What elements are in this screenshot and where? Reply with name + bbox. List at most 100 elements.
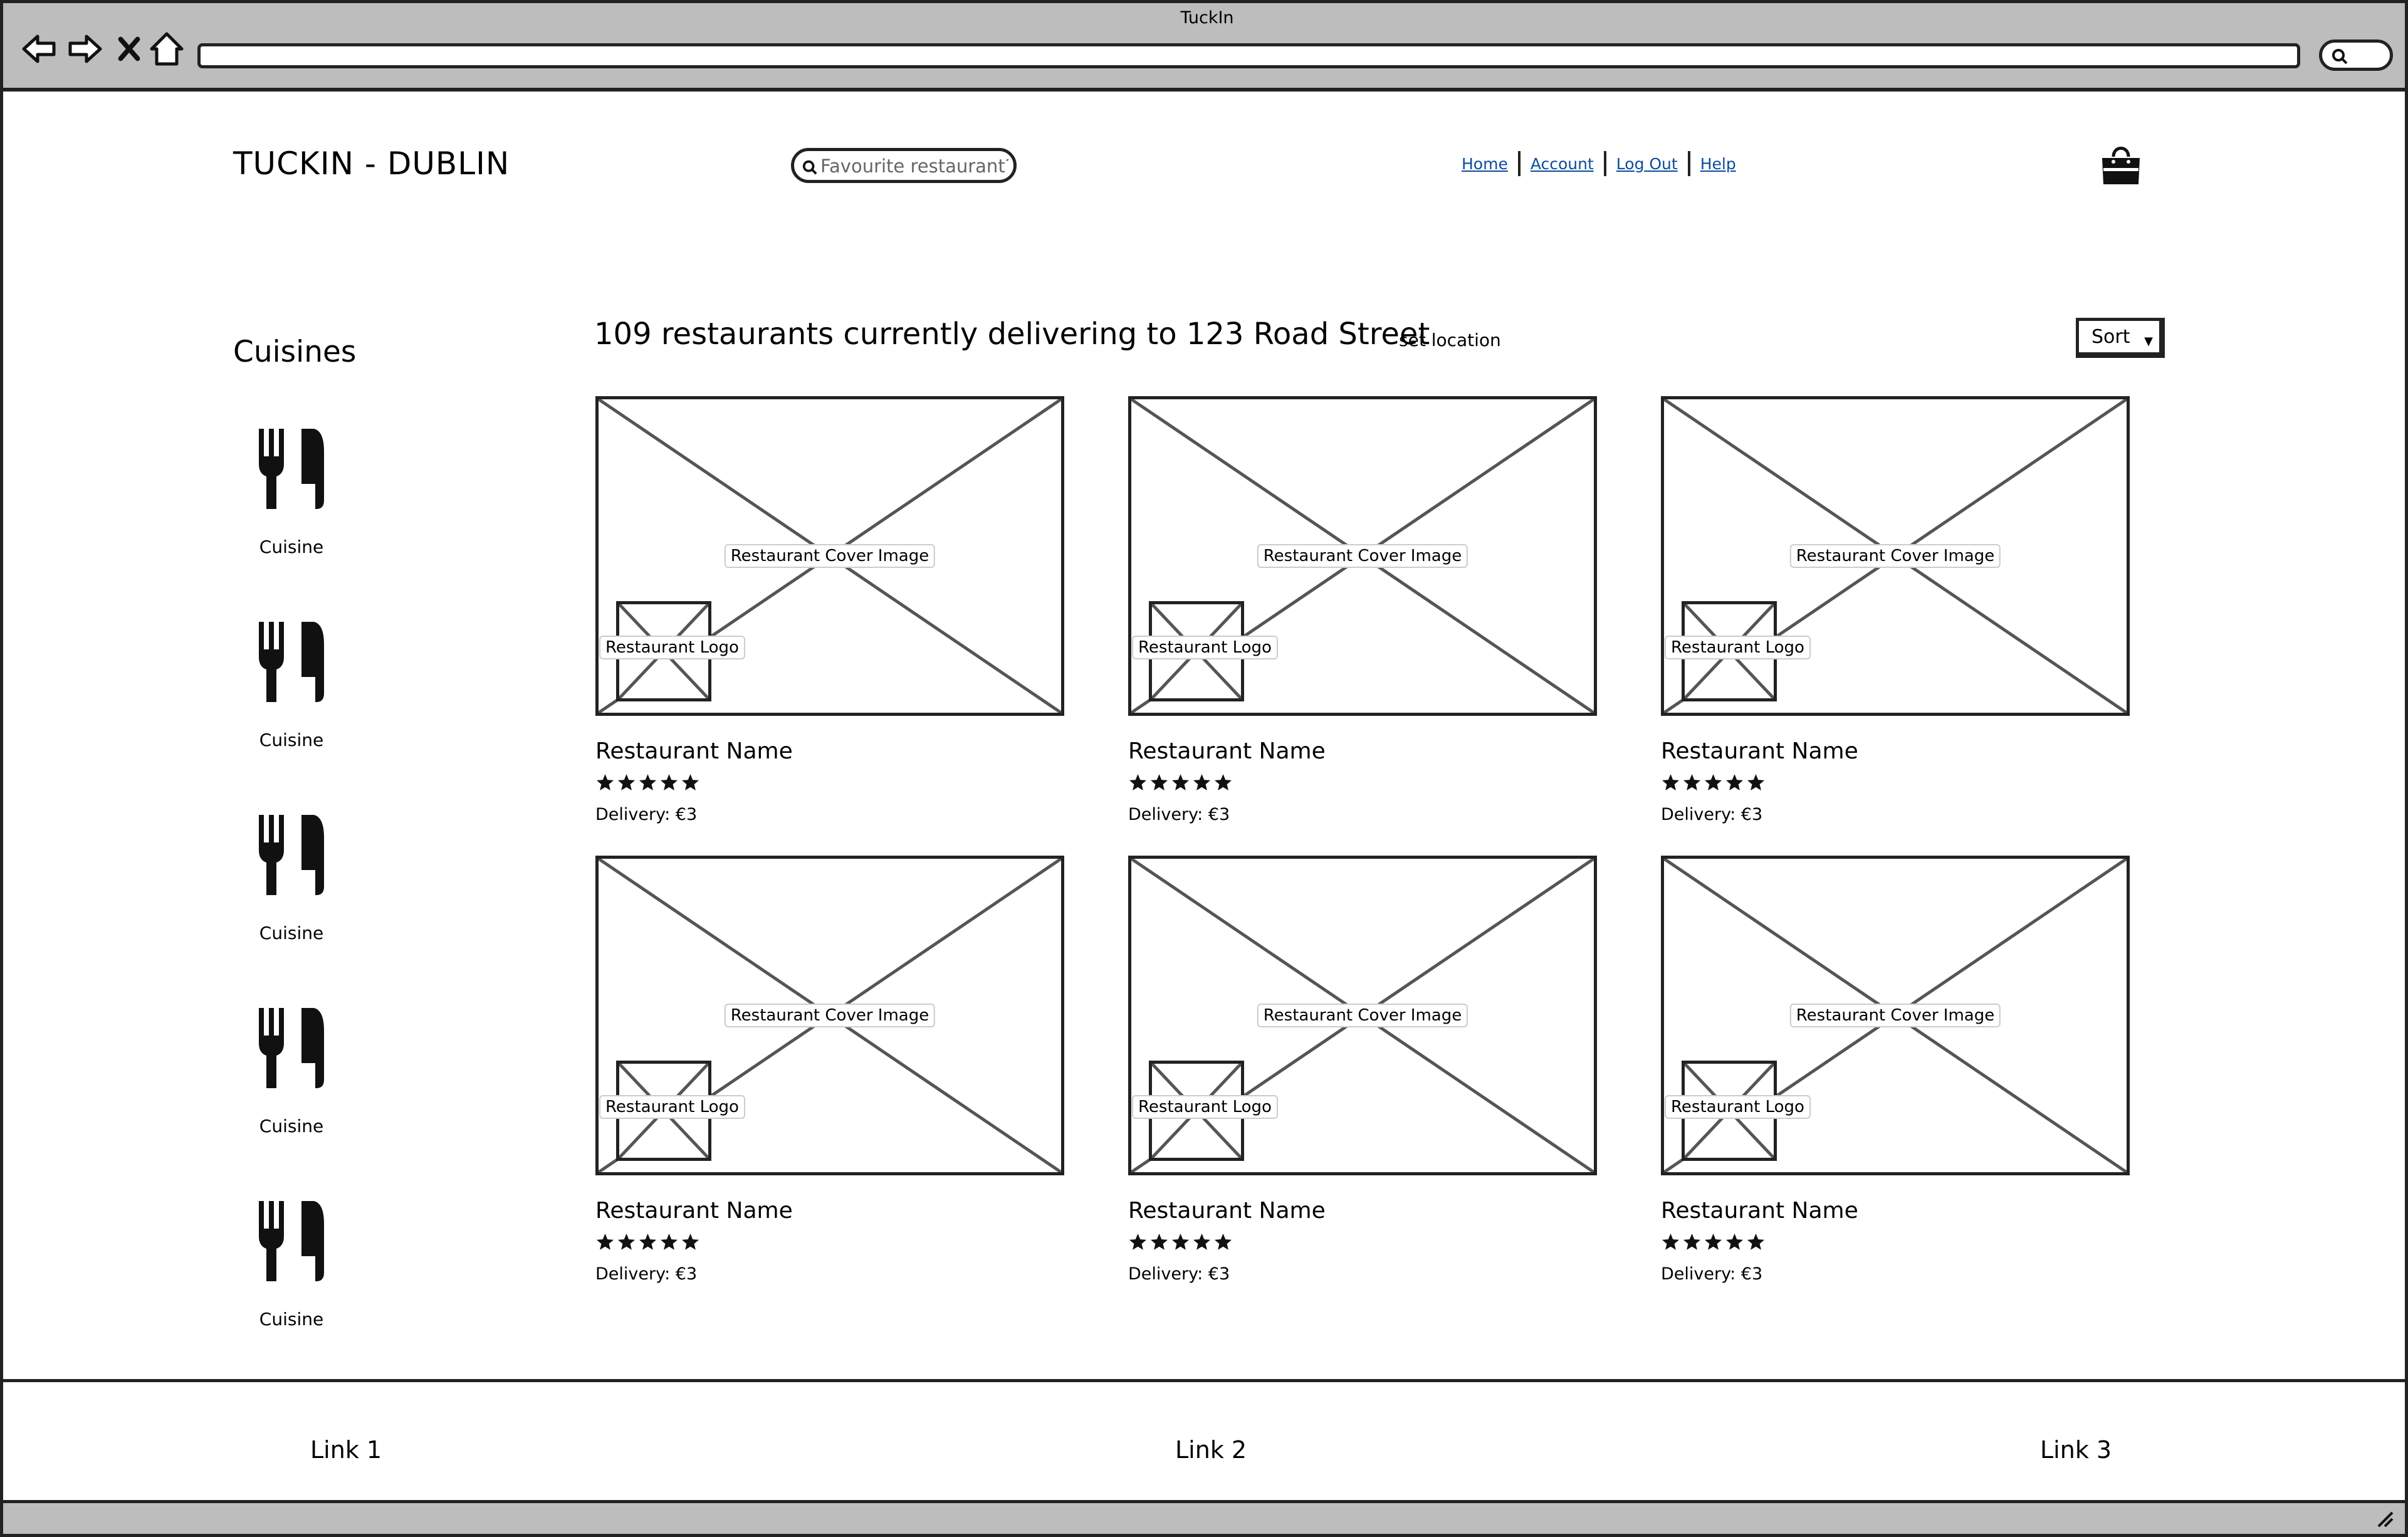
delivery-fee: Delivery: €3	[595, 1264, 698, 1284]
rating-stars	[1128, 773, 1604, 795]
cuisine-item[interactable]: Cuisine	[235, 619, 348, 750]
logo-label: Restaurant Logo	[1132, 1095, 1278, 1119]
cuisine-label: Cuisine	[259, 730, 324, 750]
window-title: TuckIn	[1180, 8, 1234, 28]
star-icon	[638, 1232, 657, 1254]
delivery-fee: Delivery: €3	[1128, 805, 1230, 824]
footer-link-3[interactable]: Link 3	[2040, 1436, 2112, 1464]
restaurant-cover-image: Restaurant Cover Image Restaurant Logo	[1661, 396, 2130, 716]
star-icon	[1704, 1232, 1723, 1254]
star-icon	[1149, 773, 1169, 795]
restaurant-card[interactable]: Restaurant Cover Image Restaurant Logo Res…	[595, 856, 1072, 1284]
restaurant-card[interactable]: Restaurant Cover Image Restaurant Logo Res…	[1661, 856, 2137, 1284]
logo-label: Restaurant Logo	[599, 636, 745, 659]
star-icon	[659, 773, 679, 795]
nav-logout-link[interactable]: Log Out	[1606, 155, 1688, 173]
star-icon	[1725, 1232, 1744, 1254]
cuisine-label: Cuisine	[259, 537, 324, 557]
restaurant-card[interactable]: Restaurant Cover Image Restaurant Logo Res…	[595, 396, 1072, 824]
footer-link-2[interactable]: Link 2	[1175, 1436, 1247, 1464]
restaurant-card[interactable]: Restaurant Cover Image Restaurant Logo Res…	[1661, 396, 2137, 824]
delivery-fee: Delivery: €3	[595, 805, 698, 824]
star-icon	[617, 773, 636, 795]
logo-label: Restaurant Logo	[599, 1095, 745, 1119]
fork-knife-icon	[235, 619, 348, 705]
fork-knife-icon	[235, 1199, 348, 1284]
restaurant-name[interactable]: Restaurant Name	[595, 1198, 1072, 1224]
logo-label: Restaurant Logo	[1665, 1095, 1811, 1119]
restaurant-cover-image: Restaurant Cover Image Restaurant Logo	[595, 856, 1064, 1175]
star-icon	[595, 773, 615, 795]
restaurant-name[interactable]: Restaurant Name	[1661, 738, 2137, 764]
search-input[interactable]	[820, 154, 1008, 179]
sort-label: Sort	[2091, 325, 2130, 348]
cuisine-item[interactable]: Cuisine	[235, 1005, 348, 1136]
cuisine-label: Cuisine	[259, 1116, 324, 1136]
restaurant-logo: Restaurant Logo	[599, 1061, 745, 1161]
resize-grip-icon[interactable]	[2375, 1509, 2394, 1528]
restaurant-search[interactable]	[791, 148, 1017, 183]
restaurant-card[interactable]: Restaurant Cover Image Restaurant Logo Res…	[1128, 396, 1604, 824]
star-icon	[1682, 773, 1702, 795]
home-icon[interactable]	[146, 28, 187, 70]
star-icon	[681, 1232, 700, 1254]
forward-arrow-icon[interactable]	[65, 28, 106, 70]
cuisines-heading: Cuisines	[233, 335, 357, 369]
restaurant-logo: Restaurant Logo	[1132, 1061, 1278, 1161]
cover-image-label: Restaurant Cover Image	[1257, 1004, 1468, 1027]
restaurant-cover-image: Restaurant Cover Image Restaurant Logo	[1128, 856, 1597, 1175]
restaurant-logo: Restaurant Logo	[1665, 1061, 1811, 1161]
browser-chrome: TuckIn	[0, 0, 2408, 92]
rating-stars	[595, 1232, 1072, 1254]
star-icon	[1128, 1232, 1148, 1254]
cuisine-item[interactable]: Cuisine	[235, 1199, 348, 1330]
cuisine-label: Cuisine	[259, 923, 324, 943]
logo-label: Restaurant Logo	[1132, 636, 1278, 659]
nav-home-link[interactable]: Home	[1452, 155, 1518, 173]
restaurant-name[interactable]: Restaurant Name	[1661, 1198, 2137, 1224]
restaurant-logo: Restaurant Logo	[1665, 601, 1811, 701]
address-bar[interactable]	[197, 43, 2300, 68]
nav-help-link[interactable]: Help	[1690, 155, 1746, 173]
cover-image-label: Restaurant Cover Image	[724, 1004, 936, 1027]
star-icon	[1704, 773, 1723, 795]
sort-dropdown[interactable]: Sort ▼	[2076, 318, 2165, 358]
logo-label: Restaurant Logo	[1665, 636, 1811, 659]
delivery-fee: Delivery: €3	[1661, 805, 1763, 824]
star-icon	[1661, 773, 1680, 795]
shopping-bag-icon[interactable]	[2097, 143, 2145, 187]
star-icon	[1682, 1232, 1702, 1254]
star-icon	[1725, 773, 1744, 795]
browser-search-field[interactable]	[2319, 39, 2393, 71]
dropdown-caret-icon: ▼	[2144, 335, 2153, 348]
cover-image-label: Restaurant Cover Image	[1257, 544, 1468, 568]
brand-title: TUCKIN - DUBLIN	[233, 145, 510, 182]
star-icon	[1746, 1232, 1766, 1254]
rating-stars	[595, 773, 1072, 795]
fork-knife-icon	[235, 1005, 348, 1091]
cuisine-item[interactable]: Cuisine	[235, 812, 348, 943]
footer-link-1[interactable]: Link 1	[310, 1436, 382, 1464]
star-icon	[1171, 1232, 1190, 1254]
cuisine-item[interactable]: Cuisine	[235, 426, 348, 557]
back-arrow-icon[interactable]	[18, 28, 60, 70]
restaurant-name[interactable]: Restaurant Name	[595, 738, 1072, 764]
status-bar	[0, 1503, 2408, 1537]
star-icon	[1661, 1232, 1680, 1254]
top-nav: Home Account Log Out Help	[1452, 149, 1746, 178]
star-icon	[1149, 1232, 1169, 1254]
fork-knife-icon	[235, 812, 348, 898]
search-icon	[2332, 49, 2348, 65]
set-location-link[interactable]: set location	[1399, 330, 1501, 350]
nav-account-link[interactable]: Account	[1521, 155, 1604, 173]
restaurant-name[interactable]: Restaurant Name	[1128, 1198, 1604, 1224]
restaurant-name[interactable]: Restaurant Name	[1128, 738, 1604, 764]
restaurant-cover-image: Restaurant Cover Image Restaurant Logo	[1128, 396, 1597, 716]
close-x-icon[interactable]	[111, 28, 147, 70]
restaurant-logo: Restaurant Logo	[599, 601, 745, 701]
star-icon	[1128, 773, 1148, 795]
restaurant-logo: Restaurant Logo	[1132, 601, 1278, 701]
restaurant-cover-image: Restaurant Cover Image Restaurant Logo	[595, 396, 1064, 716]
restaurant-card[interactable]: Restaurant Cover Image Restaurant Logo Res…	[1128, 856, 1604, 1284]
star-icon	[659, 1232, 679, 1254]
